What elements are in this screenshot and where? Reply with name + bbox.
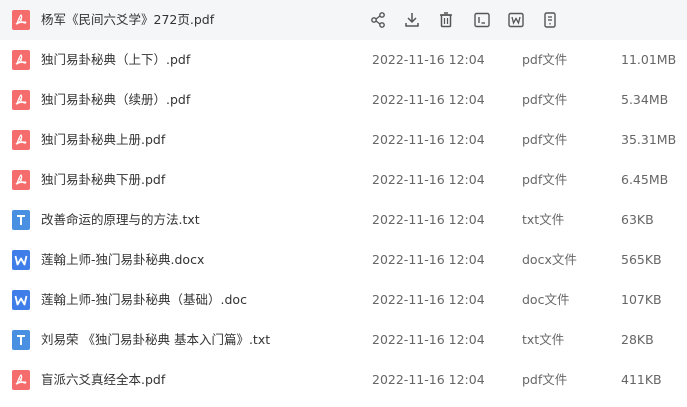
file-row[interactable]: 独门易卦秘典（续册）.pdf 2022-11-16 12:04 pdf文件 5.…	[0, 80, 687, 120]
file-size: 63KB	[621, 212, 654, 227]
file-type: pdf文件	[522, 172, 568, 187]
pdf-icon	[12, 370, 30, 390]
file-size: 11.01MB	[621, 52, 677, 67]
share-icon[interactable]	[368, 10, 388, 30]
file-name: 刘易荣 《独门易卦秘典 基本入门篇》.txt	[41, 332, 271, 347]
pdf-icon	[12, 50, 30, 70]
file-type: docx文件	[522, 252, 577, 267]
file-row[interactable]: 独门易卦秘典（上下）.pdf 2022-11-16 12:04 pdf文件 11…	[0, 40, 687, 80]
file-size: 107KB	[621, 292, 662, 307]
file-type: pdf文件	[522, 372, 568, 387]
file-type: pdf文件	[522, 52, 568, 67]
file-name: 独门易卦秘典上册.pdf	[41, 132, 166, 147]
word-icon	[12, 250, 30, 270]
pdf-icon	[12, 90, 30, 110]
file-date: 2022-11-16 12:04	[372, 212, 485, 227]
file-date: 2022-11-16 12:04	[372, 372, 485, 387]
pdf-icon	[12, 10, 30, 30]
file-name: 盲派六爻真经全本.pdf	[41, 372, 166, 387]
delete-icon[interactable]	[436, 10, 456, 30]
rename-icon[interactable]	[472, 10, 492, 30]
txt-icon	[12, 330, 30, 350]
file-row[interactable]: 莲翰上师-独门易卦秘典.docx 2022-11-16 12:04 docx文件…	[0, 240, 687, 280]
file-row[interactable]: 莲翰上师-独门易卦秘典（基础）.doc 2022-11-16 12:04 doc…	[0, 280, 687, 320]
word-icon	[12, 290, 30, 310]
file-name: 改善命运的原理与的方法.txt	[41, 212, 200, 227]
pdf-icon	[12, 130, 30, 150]
download-icon[interactable]	[402, 10, 422, 30]
file-row[interactable]: 独门易卦秘典下册.pdf 2022-11-16 12:04 pdf文件 6.45…	[0, 160, 687, 200]
file-row[interactable]: 盲派六爻真经全本.pdf 2022-11-16 12:04 pdf文件 411K…	[0, 360, 687, 400]
file-type: txt文件	[522, 332, 565, 347]
file-row[interactable]: 独门易卦秘典上册.pdf 2022-11-16 12:04 pdf文件 35.3…	[0, 120, 687, 160]
file-size: 35.31MB	[621, 132, 677, 147]
file-date: 2022-11-16 12:04	[372, 292, 485, 307]
file-date: 2022-11-16 12:04	[372, 52, 485, 67]
file-name: 独门易卦秘典（续册）.pdf	[41, 92, 191, 107]
txt-icon	[12, 210, 30, 230]
file-date: 2022-11-16 12:04	[372, 172, 485, 187]
file-size: 411KB	[621, 372, 662, 387]
file-date: 2022-11-16 12:04	[372, 92, 485, 107]
file-date: 2022-11-16 12:04	[372, 332, 485, 347]
file-type: txt文件	[522, 212, 565, 227]
file-date: 2022-11-16 12:04	[372, 132, 485, 147]
file-type: doc文件	[522, 292, 570, 307]
open-with-word-icon[interactable]	[506, 10, 526, 30]
pdf-icon	[12, 170, 30, 190]
more-file-icon[interactable]	[540, 10, 560, 30]
file-type: pdf文件	[522, 132, 568, 147]
file-name: 杨军《民间六爻学》272页.pdf	[41, 12, 215, 27]
file-size: 565KB	[621, 252, 662, 267]
file-size: 6.45MB	[621, 172, 669, 187]
file-name: 独门易卦秘典下册.pdf	[41, 172, 166, 187]
file-size: 28KB	[621, 332, 654, 347]
file-row[interactable]: 改善命运的原理与的方法.txt 2022-11-16 12:04 txt文件 6…	[0, 200, 687, 240]
file-row[interactable]: 杨军《民间六爻学》272页.pdf	[0, 0, 687, 40]
file-name: 独门易卦秘典（上下）.pdf	[41, 52, 191, 67]
file-size: 5.34MB	[621, 92, 669, 107]
file-name: 莲翰上师-独门易卦秘典.docx	[41, 252, 205, 267]
file-date: 2022-11-16 12:04	[372, 252, 485, 267]
file-name: 莲翰上师-独门易卦秘典（基础）.doc	[41, 292, 247, 307]
file-type: pdf文件	[522, 92, 568, 107]
file-row[interactable]: 刘易荣 《独门易卦秘典 基本入门篇》.txt 2022-11-16 12:04 …	[0, 320, 687, 360]
file-list: 杨军《民间六爻学》272页.pdf 独门易卦秘典（上下）.pdf 2022-11…	[0, 0, 687, 407]
